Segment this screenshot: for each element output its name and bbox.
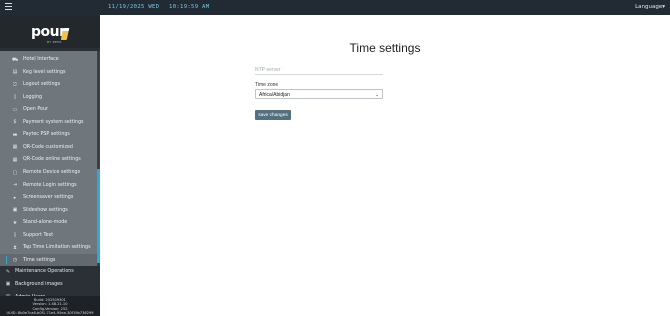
sidebar-item[interactable]: ▯ Support Text	[0, 229, 97, 242]
sidebar-item-label: Paytec PSP settings	[23, 132, 70, 138]
sidebar-item[interactable]: ⧗ Tap Time Limitation settings	[0, 241, 97, 254]
uuid-text: UUID: 8b0e7ca6-b0f1-71e4-95ea-30f19b7362…	[6, 311, 94, 316]
sidebar-item-label: Keg level settings	[23, 69, 66, 75]
language-label: Language	[635, 4, 663, 10]
sidebar-item-label: QR-Code online settings	[23, 157, 81, 163]
chevron-down-icon: ▾	[662, 4, 665, 10]
main-content: Time settings Time zone Africa/Abidjan ⌄…	[100, 15, 670, 316]
hamburger-menu-icon[interactable]	[5, 3, 12, 11]
main-menu-item[interactable]: ▣ Background images	[0, 278, 97, 291]
sidebar-item-label: Hotel Interface	[23, 57, 59, 62]
screensaver-icon: ▸	[13, 194, 17, 201]
sidebar-item[interactable]: ▯ Logging	[0, 91, 97, 104]
sidebar-item[interactable]: ▢ Remote Device settings	[0, 166, 97, 179]
logout-icon: ⎋	[13, 81, 17, 88]
sidebar-item-label: Support Text	[23, 232, 54, 238]
logo-subtitle: BY BEER	[47, 40, 62, 44]
text-icon: ▯	[13, 232, 17, 239]
star-icon: ★	[12, 219, 18, 226]
sidebar-item-label: Payment system settings	[23, 119, 84, 125]
card-icon: ▬	[12, 131, 18, 138]
logo: pour BY BEER	[0, 15, 100, 48]
sidebar-item-label: Remote Device settings	[23, 169, 81, 175]
qr-icon: ▦	[12, 144, 18, 151]
main-menu-item-label: Background images	[15, 281, 63, 287]
ntp-server-input[interactable]	[255, 65, 383, 75]
log-icon: ▯	[13, 94, 17, 101]
bed-icon: ⛟	[12, 56, 19, 63]
keg-icon: ▤	[12, 69, 18, 76]
time-text: 10:19:59 AM	[169, 4, 210, 10]
sidebar-item[interactable]: ▤ Keg level settings	[0, 66, 97, 79]
sidebar-item-label: Screensaver settings	[23, 195, 74, 201]
timezone-label: Time zone	[255, 82, 279, 88]
sidebar-item[interactable]: ▬ Paytec PSP settings	[0, 128, 97, 141]
sidebar-item[interactable]: ▦ QR-Code online settings	[0, 153, 97, 166]
pour-icon: ▭	[12, 106, 18, 113]
save-changes-button[interactable]: save changes	[255, 110, 291, 120]
beer-glass-icon	[60, 28, 70, 40]
remote-login-icon: ⇥	[12, 182, 18, 189]
page-title: Time settings	[349, 41, 421, 55]
language-dropdown[interactable]: Language▾	[635, 4, 665, 10]
sidebar-item-label: Logging	[23, 94, 43, 100]
date-text: 11/19/2025 WED	[108, 4, 160, 10]
sidebar-item[interactable]: ⇥ Remote Login settings	[0, 179, 97, 192]
timezone-select[interactable]: Africa/Abidjan ⌄	[255, 89, 383, 99]
main-menu-item[interactable]: ✎ Maintenance Operations	[0, 265, 97, 278]
hourglass-icon: ⧗	[13, 244, 17, 251]
sidebar-item[interactable]: $ Payment system settings	[0, 116, 97, 129]
sidebar-item-label: Stand-alone-mode	[23, 220, 68, 226]
sidebar-item-label: Open Pour	[23, 107, 49, 113]
remote-device-icon: ▢	[12, 169, 18, 176]
sidebar-item[interactable]: ▭ Open Pour	[0, 103, 97, 116]
sidebar-item-label: Tap Time Limitation settings	[23, 245, 91, 251]
top-bar: 11/19/2025 WED 10:19:59 AM Language▾	[0, 0, 670, 15]
sidebar-item-label: Remote Login settings	[23, 182, 77, 188]
wrench-icon: ✎	[5, 268, 11, 275]
sidebar-item[interactable]: ★ Stand-alone-mode	[0, 216, 97, 229]
settings-submenu: ⛟ Hotel Interface ▤ Keg level settings ⎋ Logo…	[0, 51, 97, 267]
chevron-down-icon: ⌄	[375, 91, 379, 97]
main-menu-item-label: Maintenance Operations	[15, 269, 74, 274]
sidebar-item-label: Slideshow settings	[23, 207, 68, 213]
timezone-value: Africa/Abidjan	[259, 91, 290, 98]
sidebar: pour BY BEER ⛟ Hotel Interface ▤ Keg level …	[0, 15, 100, 316]
slideshow-icon: ▣	[12, 207, 18, 214]
dollar-icon: $	[13, 119, 17, 126]
sidebar-item[interactable]: ▸ Screensaver settings	[0, 191, 97, 204]
qr-online-icon: ▦	[12, 156, 18, 163]
sidebar-item-label: Logout settings	[23, 82, 61, 88]
sidebar-item[interactable]: ▣ Slideshow settings	[0, 204, 97, 217]
sidebar-item-label: QR-Code customized	[23, 144, 73, 150]
image-icon: ▣	[5, 281, 11, 288]
clock-display: 11/19/2025 WED 10:19:59 AM	[108, 4, 215, 10]
build-info: Build: 202509301 Version: 1.48.21.10 Con…	[0, 296, 100, 316]
sidebar-item[interactable]: ▦ QR-Code customized	[0, 141, 97, 154]
sidebar-item[interactable]: ⎋ Logout settings	[0, 78, 97, 91]
clock-icon: ◷	[12, 257, 18, 264]
sidebar-item-label: Time settings	[23, 257, 56, 263]
sidebar-item[interactable]: ⛟ Hotel Interface	[0, 53, 97, 66]
